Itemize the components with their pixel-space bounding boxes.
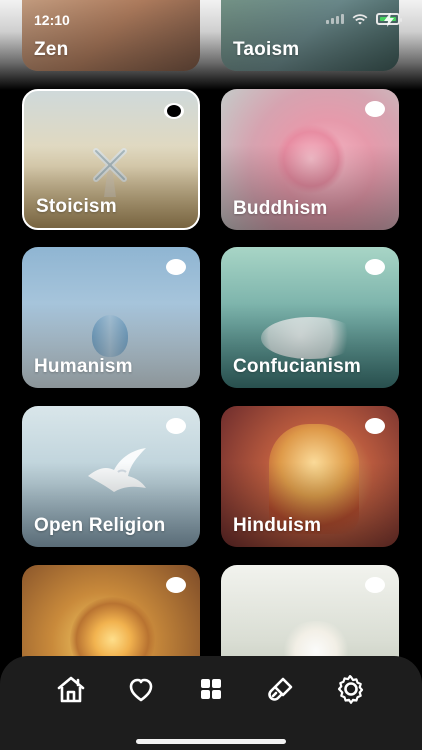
category-label: Stoicism — [36, 196, 117, 217]
category-card-open-religion[interactable]: Open Religion — [22, 406, 200, 547]
heart-icon — [124, 672, 158, 709]
selection-indicator[interactable] — [365, 577, 385, 593]
battery-icon — [376, 13, 402, 27]
home-indicator — [136, 739, 286, 744]
status-right — [326, 13, 402, 27]
category-grid: Zen Taoism Stoicism Buddhism Humanism Co… — [0, 0, 422, 750]
selection-indicator[interactable] — [365, 259, 385, 275]
category-label: Hinduism — [233, 515, 322, 536]
category-card-stoicism[interactable]: Stoicism — [22, 89, 200, 230]
selection-indicator[interactable] — [166, 418, 186, 434]
wifi-icon — [352, 13, 368, 25]
selection-indicator[interactable] — [166, 259, 186, 275]
category-label: Buddhism — [233, 198, 328, 219]
category-label: Open Religion — [34, 515, 166, 536]
bottom-nav-items — [0, 670, 422, 710]
selection-indicator[interactable] — [365, 101, 385, 117]
nav-home-button[interactable] — [53, 672, 89, 708]
bottom-navigation — [0, 656, 422, 750]
charging-bolt-icon — [384, 13, 394, 27]
cellular-signal-icon — [326, 14, 344, 24]
category-card-hinduism[interactable]: Hinduism — [221, 406, 399, 547]
category-label: Taoism — [233, 39, 300, 60]
category-label: Zen — [34, 39, 69, 60]
nav-customize-button[interactable] — [263, 672, 299, 708]
status-time: 12:10 — [34, 12, 70, 28]
category-card-buddhism[interactable]: Buddhism — [221, 89, 399, 230]
brush-icon — [264, 672, 298, 709]
nav-favorites-button[interactable] — [123, 672, 159, 708]
category-card-confucianism[interactable]: Confucianism — [221, 247, 399, 388]
selection-indicator[interactable] — [166, 577, 186, 593]
grid-icon — [194, 672, 228, 709]
category-label: Confucianism — [233, 356, 362, 377]
nav-categories-button[interactable] — [193, 672, 229, 708]
selection-indicator[interactable] — [365, 418, 385, 434]
status-bar: 12:10 — [0, 0, 422, 40]
gear-icon — [334, 672, 368, 709]
home-icon — [54, 672, 88, 709]
category-card-humanism[interactable]: Humanism — [22, 247, 200, 388]
category-label: Humanism — [34, 356, 133, 377]
nav-settings-button[interactable] — [333, 672, 369, 708]
selection-indicator[interactable] — [164, 103, 184, 119]
